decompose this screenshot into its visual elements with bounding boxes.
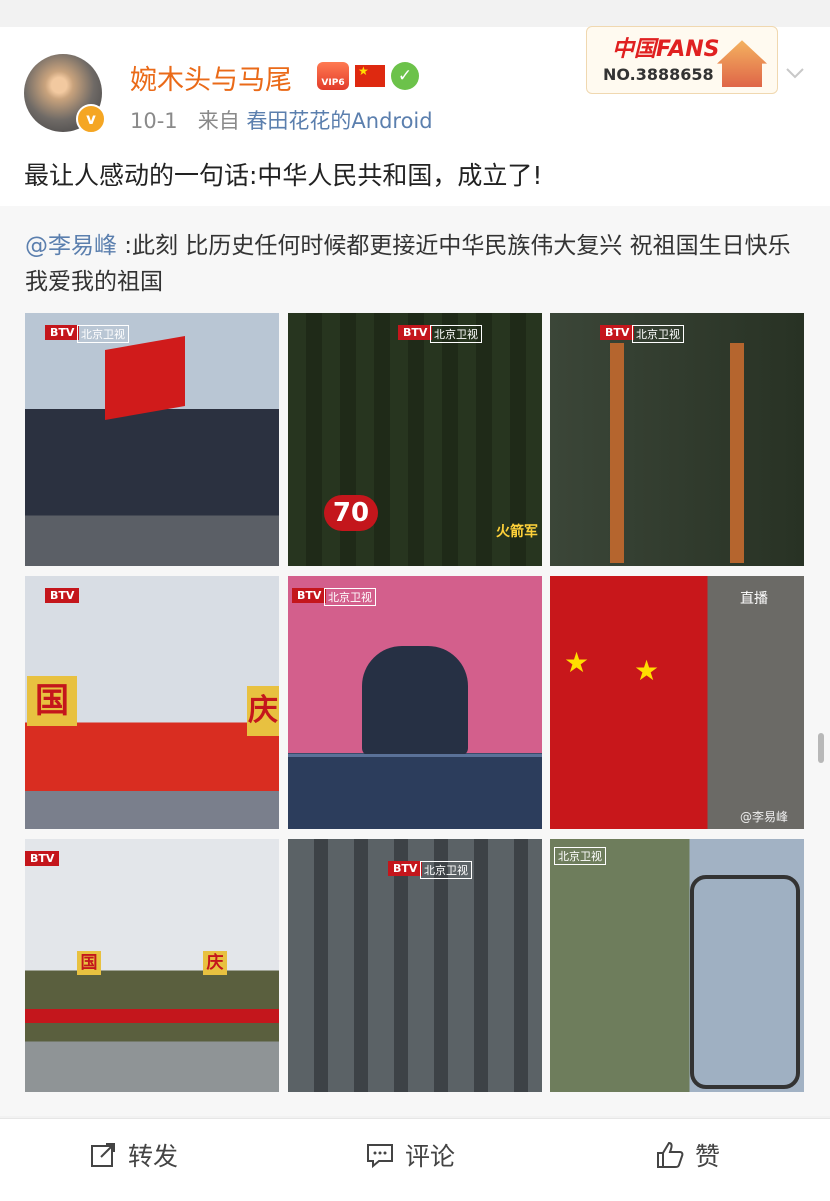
flag-star-icon: ★ <box>634 654 660 687</box>
repost-label: 转发 <box>128 1142 179 1171</box>
comment-button[interactable]: 评论 <box>365 1137 455 1173</box>
channel-label: 北京卫视 <box>77 325 129 343</box>
tv-logo: BTV <box>45 325 80 340</box>
green-check-icon: ✓ <box>391 62 419 90</box>
photo-red-flags[interactable]: 直播 ★ ★ @李易峰 <box>550 576 804 829</box>
post-meta: 10-1 来自 春田花花的Android <box>130 105 433 135</box>
rifle-shape <box>610 343 624 563</box>
photo-troops-70[interactable]: BTV 北京卫视 70 火箭军 <box>288 313 542 566</box>
channel-label: 北京卫视 <box>324 588 376 606</box>
tv-logo: BTV <box>398 325 433 340</box>
comment-bubble-icon <box>365 1140 395 1170</box>
photo-crowd-guo[interactable]: BTV 国 庆 <box>25 576 279 829</box>
tv-logo: BTV <box>45 588 80 603</box>
character-board: 国 <box>77 951 101 975</box>
mention-link[interactable]: @李易峰 <box>25 233 117 259</box>
photo-honor-guard-flag[interactable]: BTV 北京卫视 <box>25 313 279 566</box>
fans-badge-title: 中国FANS <box>612 37 720 62</box>
live-label: 直播 <box>740 591 768 607</box>
like-label: 赞 <box>695 1142 721 1171</box>
repost-button[interactable]: 转发 <box>88 1137 178 1173</box>
fans-badge-number: NO.3888658 <box>603 65 714 84</box>
photo-troops-march[interactable]: BTV 北京卫视 <box>288 839 542 1092</box>
tiananmen-icon <box>717 40 767 87</box>
like-button[interactable]: 赞 <box>655 1137 720 1173</box>
red-carpet-shape <box>25 1009 279 1023</box>
seventy-emblem: 70 <box>324 495 378 531</box>
car-shape <box>288 754 542 829</box>
flag-star-icon: ★ <box>564 646 590 679</box>
source-link[interactable]: 春田花花的Android <box>246 109 432 133</box>
channel-label: 北京卫视 <box>420 861 472 879</box>
user-avatar[interactable]: v <box>24 54 106 134</box>
channel-label: 北京卫视 <box>554 847 606 865</box>
verified-v-icon: v <box>76 104 106 134</box>
tv-logo: BTV <box>25 851 60 866</box>
channel-label: 北京卫视 <box>632 325 684 343</box>
tv-logo: BTV <box>388 861 423 876</box>
vip-badge-icon[interactable]: VIP6 <box>317 62 349 90</box>
china-fans-badge[interactable]: 中国FANS NO.3888658 <box>586 26 778 94</box>
action-bar: 转发 评论 赞 <box>0 1118 830 1201</box>
rifle-shape <box>730 343 744 563</box>
repost-body: :此刻 比历史任何时候都更接近中华民族伟大复兴 祝祖国生日快乐 我爱我的祖国 <box>25 233 791 295</box>
tv-logo: BTV <box>292 588 327 603</box>
tv-logo: BTV <box>600 325 635 340</box>
channel-label: 北京卫视 <box>430 325 482 343</box>
photo-watermark: @李易峰 <box>740 810 789 824</box>
post-text: 最让人感动的一句话:中华人民共和国，成立了! <box>24 161 543 190</box>
scrollbar-thumb[interactable] <box>818 733 824 763</box>
comment-label: 评论 <box>405 1142 456 1171</box>
thumbs-up-icon <box>655 1140 685 1170</box>
source-prefix: 来自 <box>197 109 240 133</box>
figure-shape <box>362 646 468 756</box>
photo-square-wide[interactable]: BTV 国 庆 <box>25 839 279 1092</box>
china-flag-icon <box>355 64 385 87</box>
chevron-down-icon[interactable] <box>784 62 806 84</box>
red-flag-shape <box>105 335 185 421</box>
character-board: 庆 <box>247 686 279 736</box>
repost-text: @李易峰 :此刻 比历史任何时候都更接近中华民族伟大复兴 祝祖国生日快乐 我爱我… <box>25 228 810 300</box>
character-board: 庆 <box>203 951 227 975</box>
user-badges: VIP6 ✓ <box>317 62 419 90</box>
photo-soldier-blur[interactable]: 北京卫视 <box>550 839 804 1092</box>
username[interactable]: 婉木头与马尾 <box>130 58 292 97</box>
post-time: 10-1 <box>130 109 178 133</box>
mirror-shape <box>690 875 800 1089</box>
photo-leader-car[interactable]: BTV 北京卫视 <box>288 576 542 829</box>
photo-caption: 火箭军 <box>496 524 538 540</box>
character-board: 国 <box>27 676 77 726</box>
photo-soldiers-rifles[interactable]: BTV 北京卫视 <box>550 313 804 566</box>
share-arrow-icon <box>88 1140 118 1170</box>
